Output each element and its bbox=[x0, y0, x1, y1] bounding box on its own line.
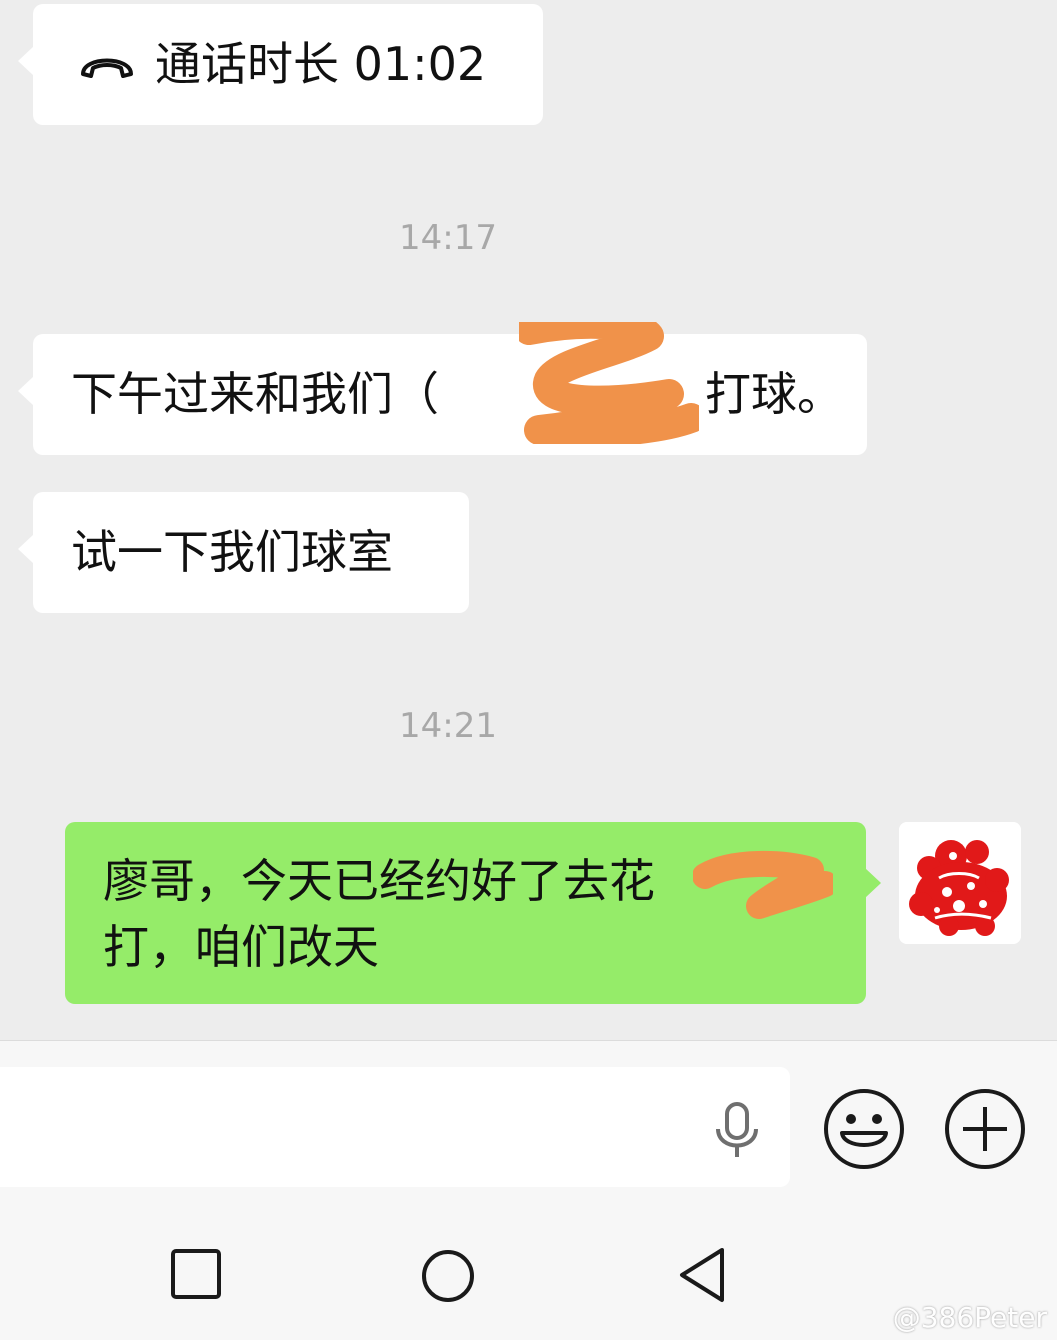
chat-area: 通话时长 01:02 14:17 下午过来和我们（ 打球。 试一下我们球室 14… bbox=[0, 0, 1057, 1040]
message-bubble[interactable]: 下午过来和我们（ 打球。 bbox=[18, 322, 867, 455]
message-input[interactable] bbox=[0, 1067, 790, 1187]
input-bar bbox=[0, 1040, 1057, 1197]
system-nav-bar: @386Peter bbox=[0, 1196, 1057, 1340]
timestamp: 14:21 bbox=[399, 706, 497, 746]
redaction-scribble bbox=[693, 850, 833, 919]
circle-home-icon[interactable] bbox=[420, 1248, 476, 1304]
message-text-line: 打，咱们改天 bbox=[103, 920, 379, 974]
square-recents-icon[interactable] bbox=[170, 1248, 224, 1302]
plus-icon[interactable] bbox=[943, 1087, 1027, 1171]
message-text-part: 下午过来和我们（ bbox=[71, 367, 439, 421]
emoji-icon[interactable] bbox=[822, 1087, 906, 1171]
message-text-part: 打球。 bbox=[705, 367, 843, 421]
redaction-scribble bbox=[519, 322, 699, 444]
outgoing-message-bubble[interactable]: 廖哥，今天已经约好了去花 打，咱们改天 bbox=[65, 822, 881, 1004]
red-papercut-avatar bbox=[899, 822, 1021, 944]
message-text-line: 廖哥，今天已经约好了去花 bbox=[103, 854, 655, 908]
call-record-bubble[interactable]: 通话时长 01:02 bbox=[18, 4, 543, 125]
hang-up-phone-icon bbox=[81, 58, 133, 78]
microphone-icon[interactable] bbox=[712, 1101, 762, 1159]
avatar[interactable] bbox=[899, 822, 1021, 944]
watermark: @386Peter bbox=[892, 1301, 1047, 1334]
message-bubble[interactable]: 试一下我们球室 bbox=[18, 492, 469, 613]
message-text: 试一下我们球室 bbox=[71, 525, 393, 579]
call-duration-text: 通话时长 01:02 bbox=[155, 37, 487, 91]
triangle-back-icon[interactable] bbox=[676, 1246, 728, 1304]
timestamp: 14:17 bbox=[399, 218, 497, 258]
